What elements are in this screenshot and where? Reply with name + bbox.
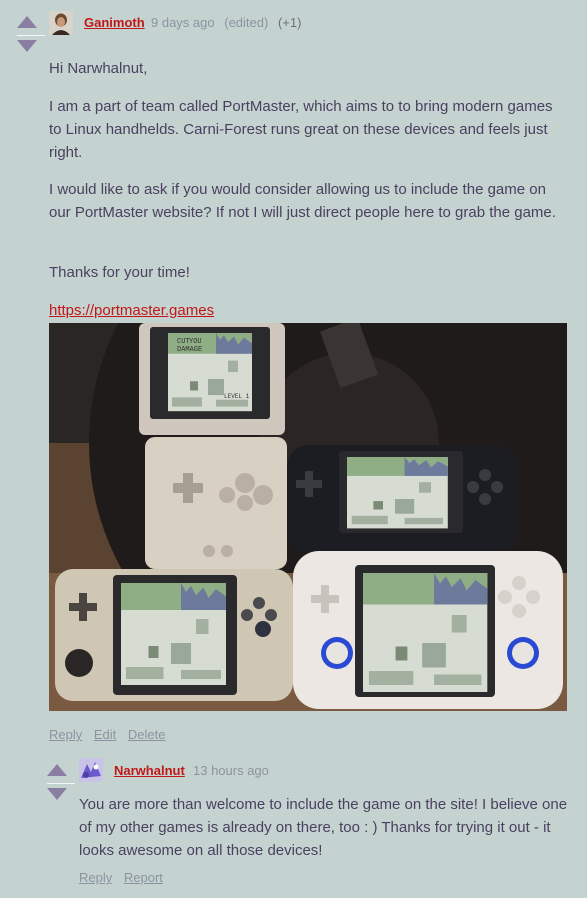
avatar-image <box>79 758 103 782</box>
delete-link[interactable]: Delete <box>128 727 166 742</box>
portmaster-link[interactable]: https://portmaster.games <box>49 302 214 319</box>
screen-text-level: LEVEL 1 <box>224 393 250 400</box>
comment-paragraph-3: I would like to ask if you would conside… <box>49 181 556 221</box>
edited-label: (edited) <box>224 15 269 30</box>
embedded-photo: CUT YOU DAMAGE LEVEL 1 <box>49 323 567 711</box>
handheld-devices-photo: CUT YOU DAMAGE LEVEL 1 <box>49 323 567 711</box>
comment-timestamp: 13 hours ago <box>193 763 269 778</box>
comment-author[interactable]: Ganimoth <box>84 15 145 30</box>
avatar[interactable] <box>49 11 73 35</box>
comment-actions: Reply Edit Delete <box>49 727 173 742</box>
screen-text-damage: DAMAGE <box>177 346 202 354</box>
upvote-arrow-icon[interactable] <box>47 764 67 776</box>
comment-meta: 9 days ago (edited) (+1) <box>151 15 301 30</box>
avatar[interactable] <box>79 758 103 782</box>
screen-text-you: YOU <box>189 338 202 346</box>
upvote-arrow-icon[interactable] <box>17 16 37 28</box>
comment-paragraph-1: Hi Narwhalnut, <box>49 60 148 77</box>
comment-timestamp: 9 days ago <box>151 15 215 30</box>
screen-text-cut: CUT <box>177 338 190 346</box>
comment-text: You are more than welcome to include the… <box>79 796 568 859</box>
vote-divider <box>47 783 75 784</box>
vote-control <box>17 16 47 56</box>
comment-score: (+1) <box>277 15 302 30</box>
avatar-image <box>49 11 73 35</box>
edit-link[interactable]: Edit <box>94 727 116 742</box>
vote-divider <box>17 35 45 36</box>
downvote-arrow-icon[interactable] <box>47 788 67 800</box>
reply-link[interactable]: Reply <box>49 727 82 742</box>
comment-paragraph-2: I am a part of team called PortMaster, w… <box>49 98 553 161</box>
comment-actions: Reply Report <box>79 870 171 885</box>
report-link[interactable]: Report <box>124 870 163 885</box>
comment-author[interactable]: Narwhalnut <box>114 763 185 778</box>
downvote-arrow-icon[interactable] <box>17 40 37 52</box>
vote-control <box>47 764 77 804</box>
reply-link[interactable]: Reply <box>79 870 112 885</box>
comment-paragraph-4: Thanks for your time! <box>49 264 190 281</box>
